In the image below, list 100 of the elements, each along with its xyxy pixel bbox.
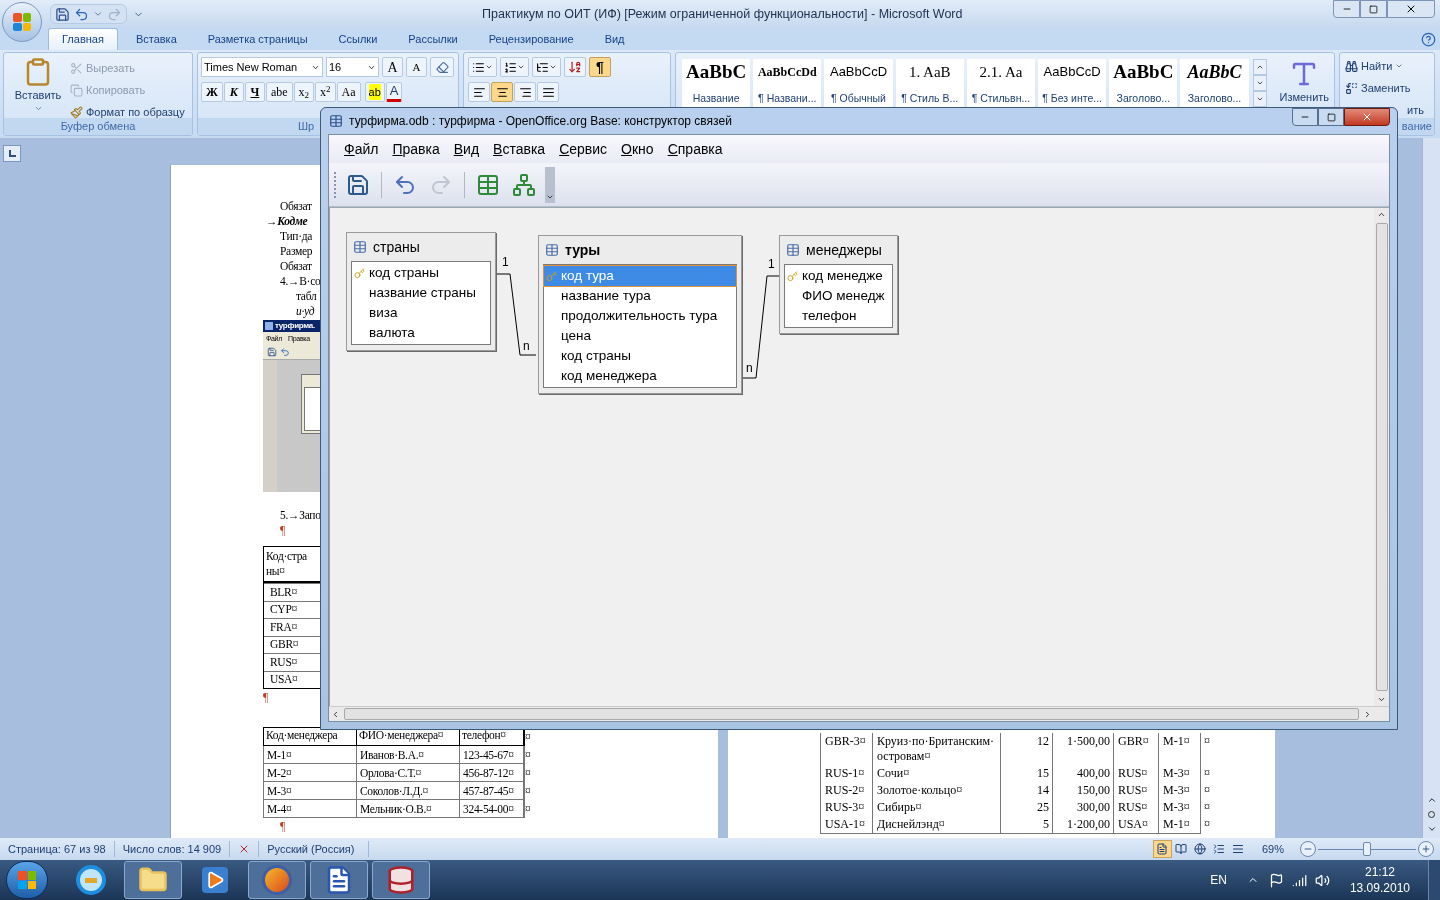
- style-item[interactable]: AaBbC Заголово...: [1180, 59, 1249, 107]
- style-item[interactable]: AaBbCcD ¶ Обычный: [824, 59, 893, 107]
- table-title: страны: [373, 237, 420, 257]
- style-item[interactable]: AaBbCcDd ¶ Названи...: [753, 59, 822, 107]
- field-item[interactable]: телефон: [785, 306, 892, 326]
- bullets-button[interactable]: [468, 57, 497, 77]
- style-item[interactable]: 2.1. Aa ¶ Стильвн...: [966, 59, 1035, 107]
- slider-thumb[interactable]: [1363, 842, 1371, 856]
- shrink-font-button[interactable]: A: [406, 57, 427, 77]
- signal-icon[interactable]: [1291, 872, 1307, 888]
- field-item[interactable]: цена: [544, 326, 736, 346]
- field-item[interactable]: код менедже: [785, 266, 892, 286]
- select-button[interactable]: ить: [1407, 100, 1424, 120]
- close-button[interactable]: [1387, 0, 1435, 18]
- zoom-out-button[interactable]: [1300, 841, 1316, 857]
- numbering-button[interactable]: [500, 57, 529, 77]
- clock[interactable]: 21:12 13.09.2010: [1349, 864, 1410, 896]
- menu-item[interactable]: Вид: [446, 138, 487, 160]
- table-window[interactable]: страны код страны название страны виза валюта: [346, 232, 496, 351]
- format-button[interactable]: Aa: [336, 82, 361, 102]
- scroll-thumb[interactable]: [344, 708, 1359, 720]
- field-item[interactable]: название страны: [352, 283, 490, 303]
- field-item[interactable]: ФИО менедж: [785, 286, 892, 306]
- field-item[interactable]: продолжительность тура: [544, 306, 736, 326]
- field-item[interactable]: название тура: [544, 286, 736, 306]
- zoom-in-button[interactable]: [1418, 841, 1434, 857]
- undo-icon[interactable]: [74, 6, 89, 22]
- ribbon-tab[interactable]: Разметка страницы: [194, 28, 321, 50]
- sort-button[interactable]: [564, 57, 586, 77]
- multilevel-button[interactable]: [532, 57, 561, 77]
- start-button[interactable]: [6, 861, 48, 899]
- font-color-button[interactable]: A: [385, 82, 403, 102]
- save-icon[interactable]: [55, 6, 70, 22]
- format-button[interactable]: abe: [265, 82, 293, 102]
- style-item[interactable]: 1. AaB ¶ Стиль В...: [895, 59, 964, 107]
- align-button[interactable]: [537, 82, 559, 102]
- field-item[interactable]: валюта: [352, 323, 490, 343]
- flag-icon[interactable]: [1268, 872, 1284, 888]
- find-button[interactable]: Найти: [1345, 56, 1424, 76]
- format-button[interactable]: x$^{2}$: [315, 82, 336, 102]
- ribbon-tab[interactable]: Вставка: [122, 28, 190, 50]
- format-button[interactable]: Ч: [244, 82, 265, 102]
- ribbon-tab[interactable]: Вид: [591, 28, 638, 50]
- maximize-button[interactable]: [1318, 108, 1344, 126]
- style-item[interactable]: AaBbC Заголово...: [1109, 59, 1178, 107]
- table-cell: M-1¤: [1163, 817, 1190, 832]
- ribbon-tab[interactable]: Главная: [48, 28, 118, 50]
- table-header-text: Код·стра: [266, 549, 307, 564]
- field-item[interactable]: код менеджера: [544, 366, 736, 386]
- format-button[interactable]: x$_{2}$: [293, 82, 315, 102]
- font-name-field[interactable]: Times New Roman: [201, 57, 323, 77]
- change-styles-button[interactable]: Изменить: [1274, 59, 1334, 107]
- style-item[interactable]: AaBbCcD ¶ Без инте...: [1038, 59, 1107, 107]
- paragraph-mark: ¶: [263, 690, 268, 705]
- font-size-field[interactable]: 16: [326, 57, 379, 77]
- format-button[interactable]: К: [223, 82, 244, 102]
- show-marks-button[interactable]: ¶: [589, 57, 611, 77]
- style-item[interactable]: AaBbC Название: [682, 59, 751, 107]
- database-icon: [386, 865, 416, 895]
- minimize-button[interactable]: [1333, 0, 1360, 18]
- paste-button[interactable]: Вставить: [8, 57, 68, 117]
- menu-item[interactable]: Файл: [337, 138, 386, 160]
- menu-item[interactable]: Окно: [614, 138, 661, 160]
- table-cell: Мельник·О.В.¤: [357, 800, 460, 817]
- taskbar-app[interactable]: [372, 861, 430, 899]
- field-item[interactable]: код страны: [544, 346, 736, 366]
- highlight-button[interactable]: ab: [364, 82, 385, 102]
- table-cell: Орлова·С.Т.¤: [357, 764, 460, 781]
- scroll-thumb[interactable]: [1375, 223, 1388, 691]
- speaker-icon[interactable]: [1314, 872, 1330, 888]
- menu-item[interactable]: Вставка: [486, 138, 553, 160]
- plus-icon: [1421, 844, 1431, 854]
- menu-item[interactable]: Правка: [385, 138, 447, 160]
- ruler-button[interactable]: [3, 145, 21, 162]
- ribbon-tab[interactable]: Рассылки: [395, 28, 471, 50]
- menu-item[interactable]: Справка: [660, 138, 730, 160]
- ribbon-tab[interactable]: Ссылки: [325, 28, 391, 50]
- table-window[interactable]: менеджеры код менедже ФИО менедж телефон: [779, 235, 898, 334]
- taskbar-app[interactable]: [310, 861, 368, 899]
- field-item[interactable]: код страны: [352, 263, 490, 283]
- table-window[interactable]: туры код тура название тура продолжительность тура цена код страны код менеджера: [538, 235, 742, 394]
- align-button[interactable]: [514, 82, 536, 102]
- format-button[interactable]: Ж: [201, 82, 223, 102]
- align-button[interactable]: [468, 82, 490, 102]
- table-cell: RUS¤: [1118, 783, 1148, 798]
- grow-font-button[interactable]: A: [382, 57, 403, 77]
- ribbon-tab[interactable]: Рецензирование: [475, 28, 587, 50]
- clear-format-button[interactable]: [430, 57, 454, 77]
- close-button[interactable]: [1344, 108, 1390, 126]
- maximize-button[interactable]: [1360, 0, 1387, 18]
- replace-button[interactable]: Заменить: [1345, 78, 1424, 98]
- show-desktop-button[interactable]: [1428, 860, 1440, 900]
- view-button[interactable]: [1152, 840, 1172, 858]
- table-cell: 123-45-67¤: [460, 746, 524, 763]
- minimize-button[interactable]: [1292, 108, 1318, 126]
- align-button[interactable]: [491, 82, 513, 102]
- menu-item[interactable]: Сервис: [552, 138, 615, 160]
- help-icon[interactable]: [1421, 32, 1436, 47]
- dropdown-icon[interactable]: [93, 9, 103, 19]
- field-item[interactable]: виза: [352, 303, 490, 323]
